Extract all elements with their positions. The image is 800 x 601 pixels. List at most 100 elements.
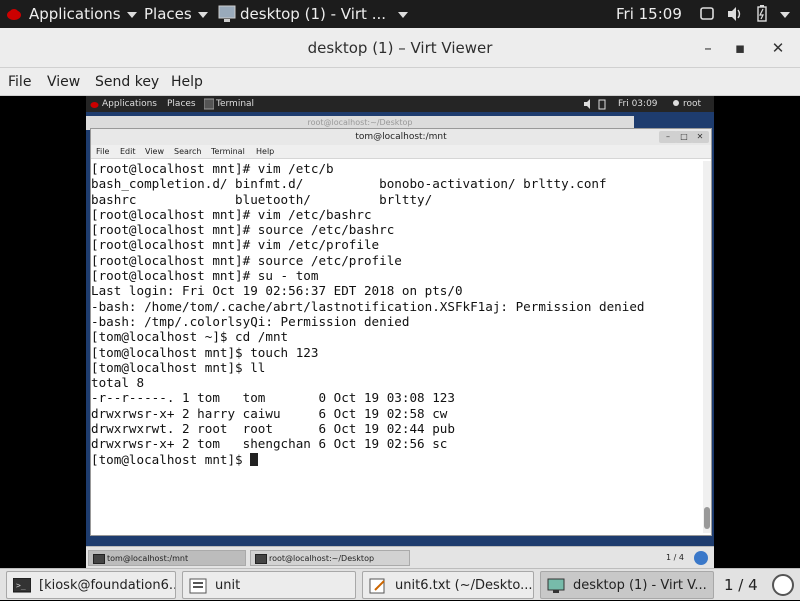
window-list-label: desktop (1) - Virt ...: [240, 5, 387, 23]
terminal-line: [root@localhost mnt]# source /etc/bashrc: [91, 222, 395, 238]
task-label: [kiosk@foundation6...: [39, 578, 176, 593]
close-icon[interactable]: ✕: [766, 28, 790, 68]
guest-redhat-logo-icon: [90, 96, 99, 112]
terminal-menu-terminal[interactable]: Terminal: [211, 145, 245, 159]
terminal-title: tom@localhost:/mnt: [355, 132, 447, 142]
terminal-icon: [93, 554, 105, 564]
terminal-line: total 8: [91, 375, 145, 391]
terminal-line: [tom@localhost mnt]$ touch 123: [91, 344, 319, 360]
chevron-down-icon: [126, 11, 137, 18]
task-unit6-txt[interactable]: unit6.txt (~/Deskto...: [362, 571, 534, 599]
svg-text:>_: >_: [16, 581, 26, 590]
terminal-menu-file[interactable]: File: [96, 145, 109, 159]
task-label: unit: [215, 578, 241, 593]
terminal-window[interactable]: tom@localhost:/mnt – □ ✕ File Edit View …: [90, 128, 712, 536]
menu-send-key[interactable]: Send key: [95, 68, 159, 96]
guest-workspace-pager[interactable]: 1 / 4: [666, 547, 684, 568]
terminal-line: drwxrwsr-x+ 2 tom shengchan 6 Oct 19 02:…: [91, 436, 448, 452]
task-unit-folder[interactable]: unit: [182, 571, 356, 599]
terminal-line: [root@localhost mnt]# su - tom: [91, 268, 319, 284]
terminal-icon: [255, 554, 267, 564]
terminal-menu-view[interactable]: View: [145, 145, 164, 159]
terminal-line: [root@localhost mnt]# vim /etc/bashrc: [91, 206, 372, 222]
terminal-line: bash_completion.d/ binfmt.d/ bonobo-acti…: [91, 176, 607, 192]
viewer-menubar: File View Send key Help: [0, 68, 800, 96]
guest-power-icon[interactable]: [598, 96, 606, 112]
terminal-menu-help[interactable]: Help: [256, 145, 274, 159]
chevron-down-icon: [398, 11, 409, 18]
battery-icon[interactable]: [756, 0, 768, 28]
guest-terminal-icon: [203, 96, 215, 112]
system-menu-chevron-icon[interactable]: [780, 0, 790, 28]
guest-user-icon: [672, 96, 680, 112]
terminal-menu-edit[interactable]: Edit: [120, 145, 136, 159]
terminal-line: [tom@localhost ~]$ cd /mnt: [91, 329, 289, 345]
window-list-menu[interactable]: desktop (1) - Virt ...: [240, 0, 409, 28]
task-virt-viewer[interactable]: desktop (1) - Virt V...: [540, 571, 714, 599]
terminal-prompt-line[interactable]: [tom@localhost mnt]$: [91, 452, 703, 467]
minimize-icon[interactable]: –: [696, 28, 720, 68]
maximize-icon[interactable]: ▪: [728, 28, 752, 68]
menu-file[interactable]: File: [8, 68, 31, 96]
guest-task-tom-terminal[interactable]: tom@localhost:/mnt: [88, 550, 246, 566]
guest-places-menu[interactable]: Places: [167, 96, 196, 112]
task-kiosk-terminal[interactable]: >_ [kiosk@foundation6...: [6, 571, 176, 599]
terminal-menubar: File Edit View Search Terminal Help: [91, 145, 711, 159]
terminal-icon: >_: [12, 577, 32, 593]
guest-taskbar: tom@localhost:/mnt root@localhost:~/Desk…: [86, 546, 714, 568]
chevron-down-icon: [197, 11, 208, 18]
monitor-icon: [218, 0, 236, 28]
redhat-logo-icon: [6, 0, 22, 28]
terminal-scrollbar[interactable]: [703, 161, 711, 533]
cursor-block: [250, 452, 259, 466]
file-manager-icon: [189, 577, 207, 594]
text-editor-icon: [369, 577, 387, 594]
terminal-line: Last login: Fri Oct 19 02:56:37 EDT 2018…: [91, 283, 463, 299]
volume-icon[interactable]: [727, 0, 743, 28]
guest-display[interactable]: Applications Places Terminal Fri 03:09 r…: [86, 96, 714, 568]
scrollbar-thumb[interactable]: [704, 507, 710, 529]
applications-label: Applications: [29, 5, 121, 23]
applications-menu[interactable]: Applications: [29, 0, 137, 28]
guest-terminal-menu[interactable]: Terminal: [216, 96, 254, 112]
guest-clock[interactable]: Fri 03:09: [618, 96, 658, 112]
task-label: desktop (1) - Virt V...: [573, 578, 707, 593]
terminal-line: [root@localhost mnt]# source /etc/profil…: [91, 252, 402, 268]
viewer-titlebar: desktop (1) – Virt Viewer – ▪ ✕: [0, 28, 800, 68]
guest-notification-icon[interactable]: [694, 551, 708, 565]
terminal-line: [root@localhost mnt]# vim /etc/b: [91, 161, 334, 176]
terminal-line: -r--r-----. 1 tom tom 0 Oct 19 03:08 123: [91, 390, 455, 406]
screen-icon[interactable]: [700, 0, 714, 28]
notification-icon[interactable]: [772, 574, 794, 596]
terminal-menu-search[interactable]: Search: [174, 145, 201, 159]
terminal-output[interactable]: [root@localhost mnt]# vim /etc/b bash_co…: [91, 161, 703, 533]
monitor-icon: [547, 577, 565, 593]
terminal-titlebar[interactable]: tom@localhost:/mnt – □ ✕: [91, 129, 711, 145]
guest-volume-icon[interactable]: [584, 96, 594, 112]
menu-help[interactable]: Help: [171, 68, 203, 96]
terminal-line: [tom@localhost mnt]$ ll: [91, 359, 266, 375]
guest-task-label: root@localhost:~/Desktop: [269, 554, 375, 563]
terminal-prompt: [tom@localhost mnt]$: [91, 451, 251, 467]
guest-applications-menu[interactable]: Applications: [102, 96, 157, 112]
places-label: Places: [144, 5, 192, 23]
workspace-pager[interactable]: 1 / 4: [724, 569, 758, 601]
host-top-panel: Applications Places desktop (1) - Virt .…: [0, 0, 800, 28]
menu-view[interactable]: View: [47, 68, 80, 96]
terminal-line: bashrc bluetooth/ brltty/: [91, 191, 433, 207]
host-taskbar: >_ [kiosk@foundation6... unit unit6.txt …: [0, 568, 800, 600]
terminal-line: drwxrwsr-x+ 2 harry caiwu 6 Oct 19 02:58…: [91, 405, 448, 421]
guest-user-menu[interactable]: root: [683, 96, 701, 112]
viewer-window-title: desktop (1) – Virt Viewer: [307, 39, 493, 57]
guest-top-panel: Applications Places Terminal Fri 03:09 r…: [86, 96, 714, 112]
guest-task-root-terminal[interactable]: root@localhost:~/Desktop: [250, 550, 410, 566]
terminal-line: drwxrwxrwt. 2 root root 6 Oct 19 02:44 p…: [91, 421, 455, 437]
terminal-line: [root@localhost mnt]# vim /etc/profile: [91, 237, 380, 253]
places-menu[interactable]: Places: [144, 0, 208, 28]
terminal-close-icon[interactable]: ✕: [691, 131, 709, 143]
clock[interactable]: Fri 15:09: [616, 0, 682, 28]
guest-task-label: tom@localhost:/mnt: [107, 554, 189, 563]
terminal-line: -bash: /home/tom/.cache/abrt/lastnotific…: [91, 298, 645, 314]
terminal-line: -bash: /tmp/.colorlsyQi: Permission deni…: [91, 313, 410, 329]
task-label: unit6.txt (~/Deskto...: [395, 578, 533, 593]
